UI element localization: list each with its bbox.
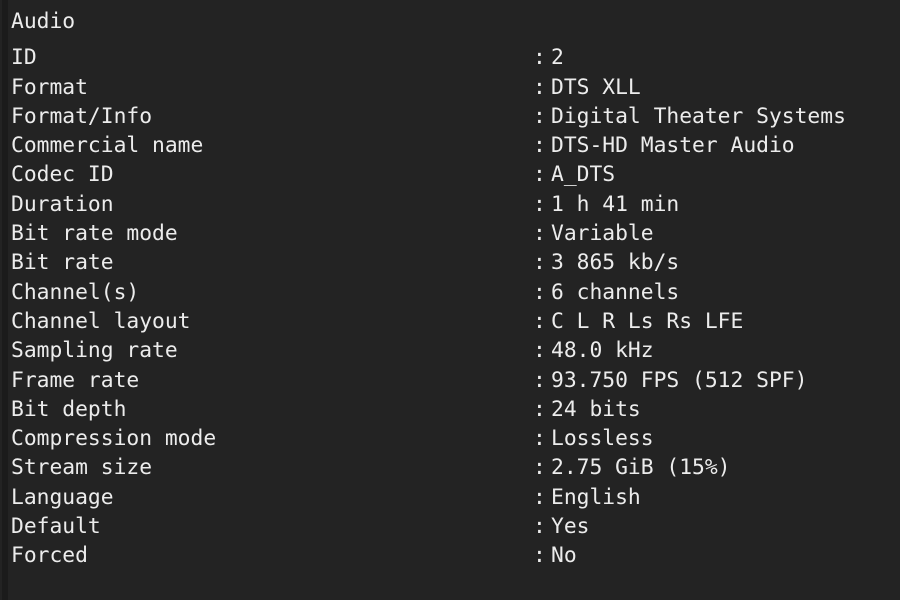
property-separator: : — [533, 73, 546, 102]
property-row: Sampling rate:48.0 kHz — [0, 336, 900, 365]
property-value: 2 — [551, 43, 564, 72]
property-row: Language:English — [0, 483, 900, 512]
property-separator: : — [533, 248, 546, 277]
property-label: Stream size — [11, 453, 152, 482]
property-row: Frame rate:93.750 FPS (512 SPF) — [0, 366, 900, 395]
property-row: Codec ID:A_DTS — [0, 160, 900, 189]
property-separator: : — [533, 453, 546, 482]
property-row: Channel(s):6 channels — [0, 278, 900, 307]
property-separator: : — [533, 102, 546, 131]
property-label: Compression mode — [11, 424, 216, 453]
property-label: Language — [11, 483, 114, 512]
property-label: Sampling rate — [11, 336, 178, 365]
property-separator: : — [533, 43, 546, 72]
property-label: Channel layout — [11, 307, 191, 336]
property-value: Lossless — [551, 424, 654, 453]
property-separator: : — [533, 160, 546, 189]
property-label: ID — [11, 43, 37, 72]
property-row: Format/Info:Digital Theater Systems — [0, 102, 900, 131]
property-value: English — [551, 483, 641, 512]
property-label: Channel(s) — [11, 278, 139, 307]
property-separator: : — [533, 190, 546, 219]
property-row: Bit rate:3 865 kb/s — [0, 248, 900, 277]
property-value: C L R Ls Rs LFE — [551, 307, 743, 336]
property-label: Format/Info — [11, 102, 152, 131]
property-row: Duration:1 h 41 min — [0, 190, 900, 219]
property-separator: : — [533, 395, 546, 424]
property-separator: : — [533, 219, 546, 248]
property-separator: : — [533, 366, 546, 395]
property-value: A_DTS — [551, 160, 615, 189]
property-value: 2.75 GiB (15%) — [551, 453, 731, 482]
property-row: Forced:No — [0, 541, 900, 570]
property-label: Forced — [11, 541, 88, 570]
media-info-window: Audio ID:2Format:DTS XLLFormat/Info:Digi… — [0, 0, 900, 600]
property-separator: : — [533, 131, 546, 160]
property-value: Variable — [551, 219, 654, 248]
property-value: DTS XLL — [551, 73, 641, 102]
property-row: Channel layout:C L R Ls Rs LFE — [0, 307, 900, 336]
property-row: ID:2 — [0, 43, 900, 72]
property-value: 93.750 FPS (512 SPF) — [551, 366, 807, 395]
property-separator: : — [533, 541, 546, 570]
property-label: Commercial name — [11, 131, 203, 160]
property-label: Frame rate — [11, 366, 139, 395]
property-row-list: ID:2Format:DTS XLLFormat/Info:Digital Th… — [0, 43, 900, 570]
property-row: Default:Yes — [0, 512, 900, 541]
section-heading-label: Audio — [11, 7, 75, 36]
property-separator: : — [533, 336, 546, 365]
property-value: 24 bits — [551, 395, 641, 424]
property-value: 3 865 kb/s — [551, 248, 679, 277]
property-separator: : — [533, 307, 546, 336]
audio-track-report: Audio ID:2Format:DTS XLLFormat/Info:Digi… — [0, 0, 900, 600]
property-value: Yes — [551, 512, 589, 541]
property-separator: : — [533, 483, 546, 512]
property-label: Format — [11, 73, 88, 102]
property-value: DTS-HD Master Audio — [551, 131, 795, 160]
property-value: 6 channels — [551, 278, 679, 307]
property-label: Default — [11, 512, 101, 541]
section-heading-audio: Audio — [0, 7, 900, 36]
property-label: Codec ID — [11, 160, 114, 189]
property-label: Bit rate — [11, 248, 114, 277]
property-value: Digital Theater Systems — [551, 102, 846, 131]
property-value: No — [551, 541, 577, 570]
property-row: Bit depth:24 bits — [0, 395, 900, 424]
property-row: Stream size:2.75 GiB (15%) — [0, 453, 900, 482]
property-label: Bit rate mode — [11, 219, 178, 248]
property-row: Format:DTS XLL — [0, 73, 900, 102]
property-separator: : — [533, 424, 546, 453]
property-separator: : — [533, 512, 546, 541]
property-row: Bit rate mode:Variable — [0, 219, 900, 248]
property-row: Compression mode:Lossless — [0, 424, 900, 453]
property-label: Duration — [11, 190, 114, 219]
property-value: 48.0 kHz — [551, 336, 654, 365]
property-label: Bit depth — [11, 395, 126, 424]
property-value: 1 h 41 min — [551, 190, 679, 219]
property-row: Commercial name:DTS-HD Master Audio — [0, 131, 900, 160]
property-separator: : — [533, 278, 546, 307]
